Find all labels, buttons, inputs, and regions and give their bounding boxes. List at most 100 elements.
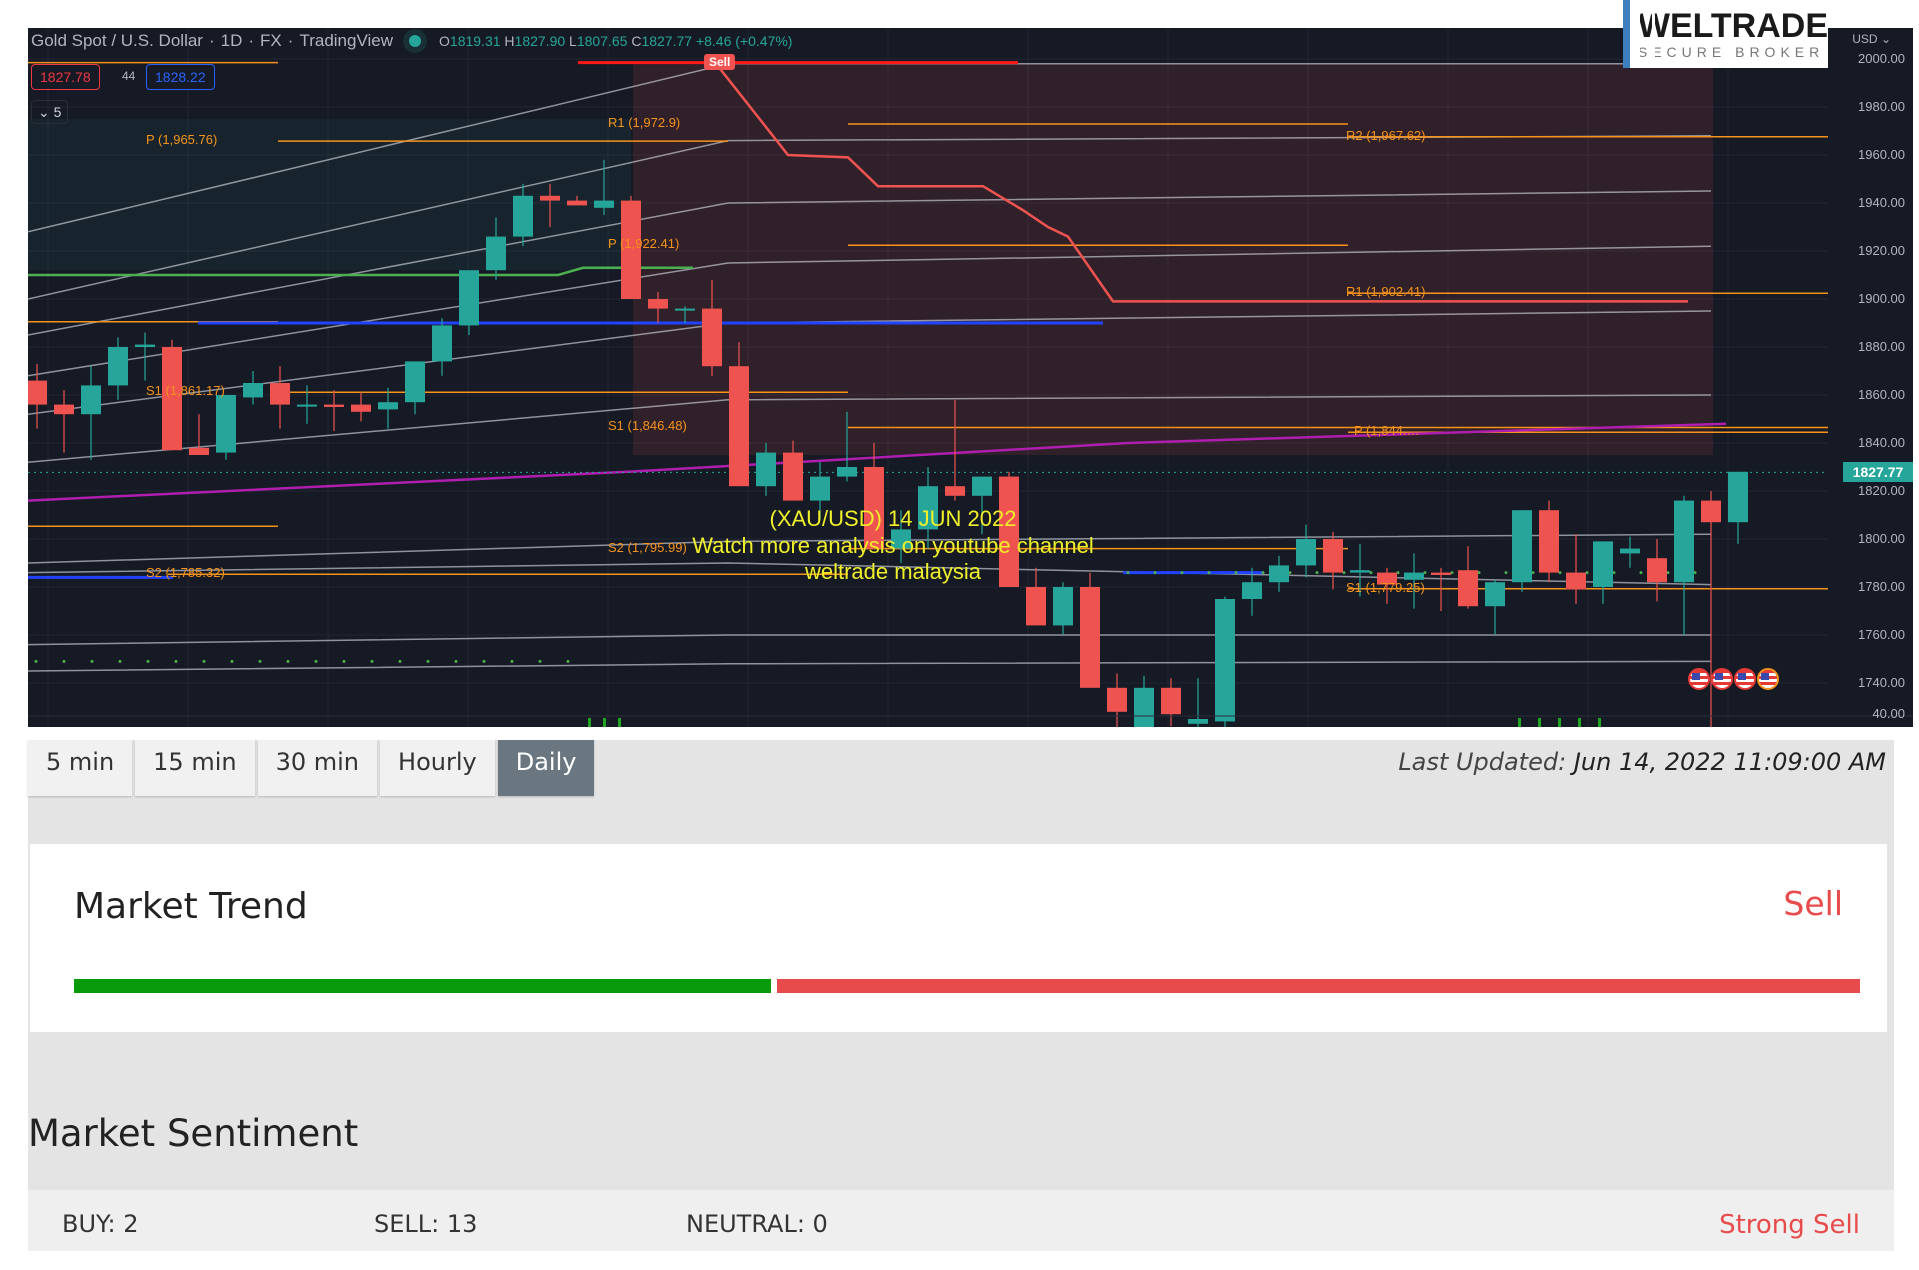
candle-body bbox=[1026, 587, 1046, 626]
candle-body bbox=[729, 366, 749, 487]
price-axis-tick: 1820.00 bbox=[1858, 483, 1905, 498]
annotation-line2: Watch more analysis on youtube channel bbox=[692, 533, 1094, 558]
market-sentiment-title: Market Sentiment bbox=[28, 1112, 359, 1155]
signal-dot bbox=[230, 659, 234, 663]
signal-dot bbox=[426, 659, 430, 663]
candle-body bbox=[405, 361, 425, 403]
annotation-title: (XAU/USD) 14 JUN 2022 bbox=[769, 506, 1017, 531]
price-axis-tick: 1800.00 bbox=[1858, 531, 1905, 546]
us-flag-icon[interactable] bbox=[1757, 668, 1779, 690]
candle-body bbox=[1161, 687, 1181, 715]
candle-body bbox=[297, 404, 317, 407]
signal-dot bbox=[510, 659, 514, 663]
signal-dot bbox=[370, 659, 374, 663]
candle-body bbox=[594, 200, 614, 208]
candle-body bbox=[648, 299, 668, 309]
sentiment-neutral-count: NEUTRAL: 0 bbox=[686, 1210, 828, 1238]
signal-dot bbox=[342, 659, 346, 663]
economic-events[interactable] bbox=[1688, 668, 1779, 690]
signal-dot bbox=[34, 659, 38, 663]
signal-dot bbox=[314, 659, 318, 663]
logo-name: WELTRADE bbox=[1637, 7, 1828, 45]
price-axis-tick: 1980.00 bbox=[1858, 99, 1905, 114]
sentiment-sell-count: SELL: 13 bbox=[374, 1210, 478, 1238]
volume-axis-tick: 40.00 bbox=[1872, 706, 1905, 721]
last-updated: Last Updated: Jun 14, 2022 11:09:00 AM bbox=[1398, 748, 1886, 776]
price-chart[interactable]: Gold Spot / U.S. Dollar · 1D · FX · Trad… bbox=[28, 28, 1913, 727]
chevron-down-icon: ⌄ bbox=[38, 104, 50, 120]
candle-body bbox=[243, 383, 263, 398]
candle-body bbox=[972, 476, 992, 496]
chart-canvas[interactable] bbox=[28, 28, 1913, 727]
tab-hourly[interactable]: Hourly bbox=[380, 740, 495, 796]
candle-body bbox=[216, 395, 236, 453]
signal-dot bbox=[146, 659, 150, 663]
candle-body bbox=[540, 195, 560, 201]
market-trend-bar bbox=[74, 979, 1860, 993]
pivot-label: R1 (1,902.41) bbox=[1346, 284, 1426, 300]
exchange: FX bbox=[260, 31, 282, 50]
indicators-collapse-button[interactable]: ⌄ 5 bbox=[31, 100, 69, 124]
us-flag-icon[interactable] bbox=[1688, 668, 1710, 690]
volume-bar bbox=[1558, 718, 1561, 727]
volume-bar bbox=[1578, 718, 1581, 727]
candle-body bbox=[945, 486, 965, 496]
source: TradingView bbox=[299, 31, 394, 50]
sell-price-button[interactable]: 1827.78 bbox=[31, 64, 100, 90]
us-flag-icon[interactable] bbox=[1711, 668, 1733, 690]
tab-5-min[interactable]: 5 min bbox=[28, 740, 133, 796]
candle-body bbox=[756, 452, 776, 487]
signal-dot bbox=[482, 659, 486, 663]
market-trend-signal: Sell bbox=[1783, 884, 1843, 923]
candle-body bbox=[783, 452, 803, 501]
separator: · bbox=[208, 31, 215, 50]
volume-bar bbox=[603, 718, 606, 727]
candle-body bbox=[837, 467, 857, 477]
tab-daily[interactable]: Daily bbox=[497, 740, 595, 796]
candle-body bbox=[567, 200, 587, 206]
candle-body bbox=[378, 402, 398, 410]
price-axis-tick: 1760.00 bbox=[1858, 627, 1905, 642]
logo-mark-icon bbox=[1623, 0, 1655, 68]
candle-body bbox=[108, 347, 128, 386]
candle-body bbox=[189, 447, 209, 455]
candle-body bbox=[459, 270, 479, 326]
sentiment-summary: Strong Sell bbox=[1719, 1210, 1860, 1240]
signal-dot bbox=[118, 659, 122, 663]
signal-dot bbox=[454, 659, 458, 663]
price-axis-tick: 1900.00 bbox=[1858, 291, 1905, 306]
candle-body bbox=[432, 325, 452, 362]
separator: · bbox=[248, 31, 255, 50]
pivot-label: R1 (1,972.9) bbox=[608, 115, 681, 131]
spread-value: 44 bbox=[118, 64, 140, 88]
price-axis-tick: 1860.00 bbox=[1858, 387, 1905, 402]
candle-body bbox=[81, 385, 101, 415]
price-axis-tick: 1940.00 bbox=[1858, 195, 1905, 210]
weltrade-logo: WELTRADE SECURE BROKER bbox=[1623, 0, 1828, 68]
logo-tagline: SECURE BROKER bbox=[1637, 44, 1825, 60]
signal-dot bbox=[62, 659, 66, 663]
volume-bar bbox=[618, 718, 621, 727]
market-trend-card: Market Trend Sell bbox=[30, 844, 1887, 1032]
market-open-icon bbox=[409, 35, 422, 47]
volume-bar bbox=[1598, 718, 1601, 727]
candle-body bbox=[1080, 587, 1100, 688]
price-axis-tick: 1880.00 bbox=[1858, 339, 1905, 354]
candle-body bbox=[702, 308, 722, 367]
price-axis-tick: 1740.00 bbox=[1858, 675, 1905, 690]
us-flag-icon[interactable] bbox=[1734, 668, 1756, 690]
pivot-label: S1 (1,846.48) bbox=[608, 418, 687, 434]
market-sentiment-row: BUY: 2 SELL: 13 NEUTRAL: 0 Strong Sell bbox=[28, 1190, 1894, 1251]
chart-header: Gold Spot / U.S. Dollar · 1D · FX · Trad… bbox=[31, 31, 792, 51]
currency-selector[interactable]: USD ⌄ bbox=[1852, 32, 1891, 46]
interval[interactable]: 1D bbox=[221, 31, 243, 51]
symbol-title[interactable]: Gold Spot / U.S. Dollar bbox=[31, 31, 203, 51]
sentiment-buy-count: BUY: 2 bbox=[62, 1210, 139, 1238]
buy-price-button[interactable]: 1828.22 bbox=[146, 64, 215, 90]
tab-30-min[interactable]: 30 min bbox=[257, 740, 378, 796]
price-axis-tick: 2000.00 bbox=[1858, 51, 1905, 66]
price-axis-tick: 1960.00 bbox=[1858, 147, 1905, 162]
candle-body bbox=[810, 476, 830, 501]
candle-body bbox=[1134, 687, 1154, 727]
tab-15-min[interactable]: 15 min bbox=[135, 740, 255, 796]
